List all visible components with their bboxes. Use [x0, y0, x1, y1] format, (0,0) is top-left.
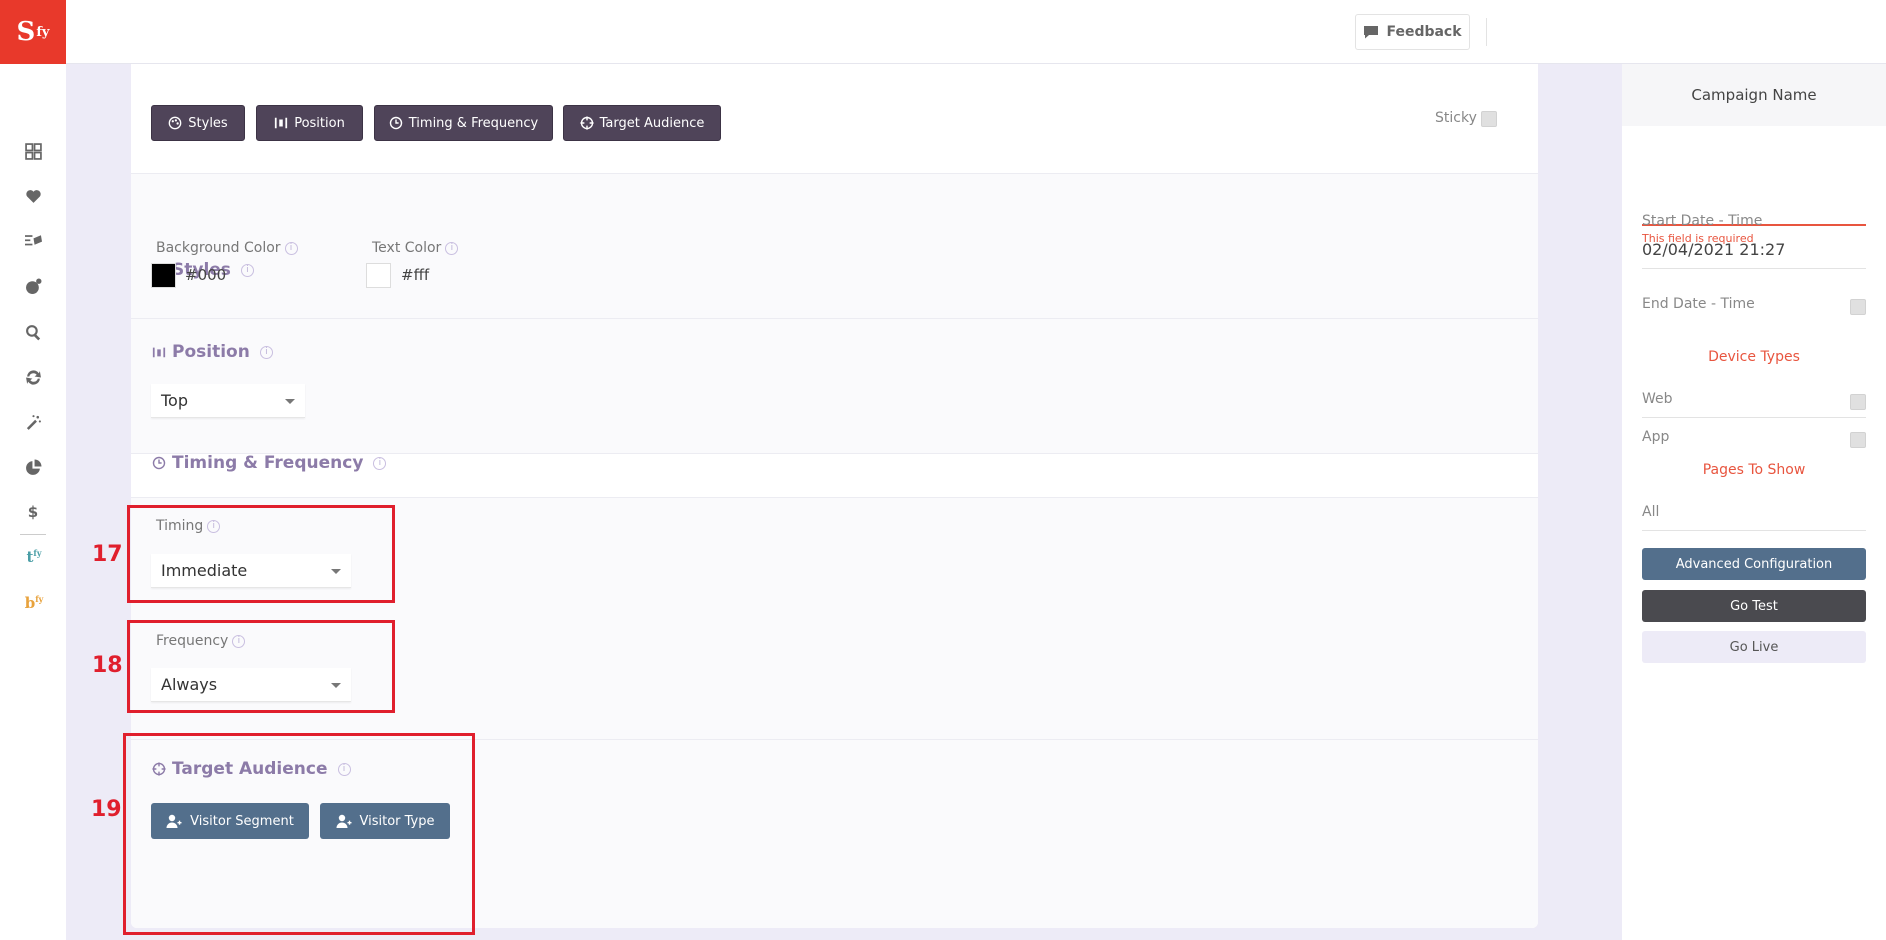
tab-position-label: Position: [294, 115, 345, 131]
search-icon[interactable]: [22, 321, 44, 343]
position-section: [131, 319, 1538, 454]
annotation-label-18: 18: [92, 653, 123, 678]
magic-wand-icon[interactable]: [22, 411, 44, 433]
timing-frequency-section-title: Timing & Frequency i: [152, 453, 387, 473]
annotation-label-17: 17: [92, 542, 123, 567]
dashboard-icon[interactable]: [22, 140, 44, 162]
campaign-name-label: Campaign Name: [1622, 64, 1886, 126]
annotation-box-17: [127, 505, 395, 603]
feedback-label: Feedback: [1386, 24, 1462, 40]
position-icon: [275, 117, 288, 129]
info-icon[interactable]: i: [284, 241, 298, 255]
tab-position[interactable]: Position: [256, 105, 363, 141]
start-date-underline: [1642, 268, 1866, 269]
sidebar: Sfy $ tfy bfy: [0, 0, 66, 940]
feedback-button[interactable]: Feedback: [1355, 14, 1470, 50]
palette-icon: [168, 116, 182, 130]
start-date-input[interactable]: 02/04/2021 21:27: [1642, 240, 1785, 259]
pages-to-show-heading: Pages To Show: [1702, 462, 1806, 478]
info-icon[interactable]: i: [240, 263, 254, 277]
end-date-checkbox[interactable]: [1850, 299, 1866, 315]
tfy-brand-icon[interactable]: tfy: [22, 548, 46, 566]
logo-letter: S: [16, 17, 36, 47]
pages-to-show-input[interactable]: All: [1642, 504, 1659, 520]
pages-underline: [1642, 530, 1866, 531]
sticky-label: Sticky: [1435, 110, 1477, 126]
background-color-label: Background Color i: [156, 240, 298, 256]
analytics-icon[interactable]: [22, 275, 44, 297]
chat-icon: [1364, 26, 1379, 39]
position-select-value: Top: [161, 391, 188, 410]
position-select[interactable]: Top: [151, 384, 305, 418]
web-label: Web: [1642, 391, 1673, 407]
dollar-icon[interactable]: $: [22, 501, 44, 523]
topbar-divider: [1486, 18, 1487, 46]
app-logo[interactable]: Sfy: [0, 0, 66, 64]
end-date-label: End Date - Time: [1642, 296, 1755, 312]
position-icon: [152, 347, 166, 358]
text-color-label: Text Color i: [372, 240, 459, 256]
info-icon[interactable]: i: [373, 456, 387, 470]
web-underline: [1642, 417, 1866, 418]
app-checkbox[interactable]: [1850, 432, 1866, 448]
timing-frequency-title-text: Timing & Frequency: [172, 453, 364, 473]
logo-sup: fy: [36, 24, 50, 40]
pie-chart-icon[interactable]: [22, 456, 44, 478]
advanced-configuration-button[interactable]: Advanced Configuration: [1642, 548, 1866, 580]
heart-icon[interactable]: [22, 185, 44, 207]
sticky-checkbox[interactable]: [1481, 111, 1497, 127]
device-types-heading: Device Types: [1708, 349, 1800, 365]
tab-timing-frequency-label: Timing & Frequency: [408, 115, 539, 131]
info-icon[interactable]: i: [259, 345, 273, 359]
tab-target-audience[interactable]: Target Audience: [563, 105, 721, 141]
styles-section: Styles i: [131, 174, 1538, 319]
app-label: App: [1642, 429, 1670, 445]
annotation-box-18: [127, 620, 395, 713]
annotation-box-19: [123, 733, 475, 935]
web-checkbox[interactable]: [1850, 394, 1866, 410]
go-live-button[interactable]: Go Live: [1642, 631, 1866, 663]
tab-timing-frequency[interactable]: Timing & Frequency: [374, 105, 553, 141]
sidebar-divider: [20, 534, 46, 535]
start-date-label: Start Date - Time: [1642, 213, 1763, 229]
tab-styles-label: Styles: [188, 115, 228, 131]
background-color-value[interactable]: #000: [185, 266, 226, 284]
position-title-text: Position: [172, 342, 250, 362]
tab-styles[interactable]: Styles: [151, 105, 245, 141]
background-color-swatch[interactable]: [151, 263, 176, 288]
text-color-value[interactable]: #fff: [401, 266, 429, 284]
text-color-swatch[interactable]: [366, 263, 391, 288]
annotation-label-19: 19: [91, 797, 122, 822]
clock-icon: [152, 456, 166, 470]
bfy-brand-icon[interactable]: bfy: [22, 594, 46, 612]
section-tabs: Styles Position Timing & Frequency Targe…: [131, 64, 1538, 174]
sync-icon[interactable]: [22, 366, 44, 388]
campaign-settings-panel: Campaign Name This field is required Sta…: [1622, 64, 1886, 940]
info-icon[interactable]: i: [445, 241, 459, 255]
position-section-title: Position i: [152, 342, 273, 362]
clock-icon: [389, 116, 402, 130]
top-bar: Feedback: [66, 0, 1886, 64]
go-test-button[interactable]: Go Test: [1642, 590, 1866, 622]
chevron-down-icon: [285, 399, 295, 404]
crosshair-icon: [580, 116, 594, 130]
campaigns-icon[interactable]: [22, 229, 44, 251]
tab-target-audience-label: Target Audience: [599, 115, 705, 131]
